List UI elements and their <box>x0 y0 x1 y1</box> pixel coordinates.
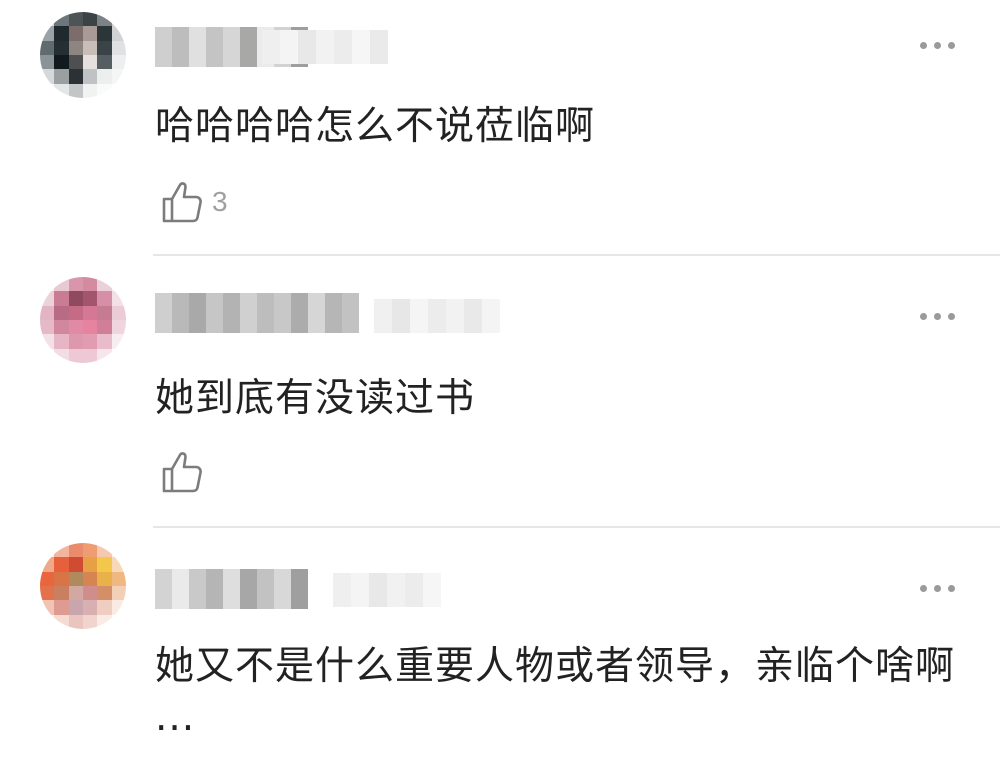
username-blurred[interactable] <box>155 293 359 333</box>
more-options-button[interactable] <box>910 33 964 57</box>
comment-text: 她到底有没读过书 <box>155 376 476 421</box>
more-options-button[interactable] <box>910 576 964 600</box>
timestamp-blurred <box>374 299 500 333</box>
dot-icon <box>933 312 941 320</box>
username-blurred[interactable] <box>155 569 308 609</box>
like-button[interactable] <box>160 448 212 496</box>
avatar[interactable] <box>40 277 126 363</box>
timestamp-blurred <box>262 30 388 64</box>
dot-icon <box>947 312 955 320</box>
dot-icon <box>947 41 955 49</box>
avatar[interactable] <box>40 543 126 629</box>
timestamp-blurred <box>333 573 441 607</box>
thumbs-up-icon <box>162 182 202 223</box>
like-count: 3 <box>212 186 228 217</box>
dot-icon <box>919 41 927 49</box>
dot-icon <box>919 312 927 320</box>
dot-icon <box>933 584 941 592</box>
comment-item: 她到底有没读过书 <box>0 256 1000 526</box>
comment-item: 她又不是什么重要人物或者领导，亲临个啥啊··· <box>0 528 1000 763</box>
dot-icon <box>919 584 927 592</box>
dot-icon <box>933 41 941 49</box>
avatar[interactable] <box>40 12 126 98</box>
comment-text: 哈哈哈哈怎么不说莅临啊 <box>155 104 596 149</box>
thumbs-up-icon <box>162 452 202 493</box>
comment-text: 她又不是什么重要人物或者领导，亲临个啥啊··· <box>155 644 956 751</box>
more-options-button[interactable] <box>910 304 964 328</box>
dot-icon <box>947 584 955 592</box>
comment-item: 哈哈哈哈怎么不说莅临啊 3 <box>0 0 1000 256</box>
like-button[interactable]: 3 <box>160 178 228 226</box>
